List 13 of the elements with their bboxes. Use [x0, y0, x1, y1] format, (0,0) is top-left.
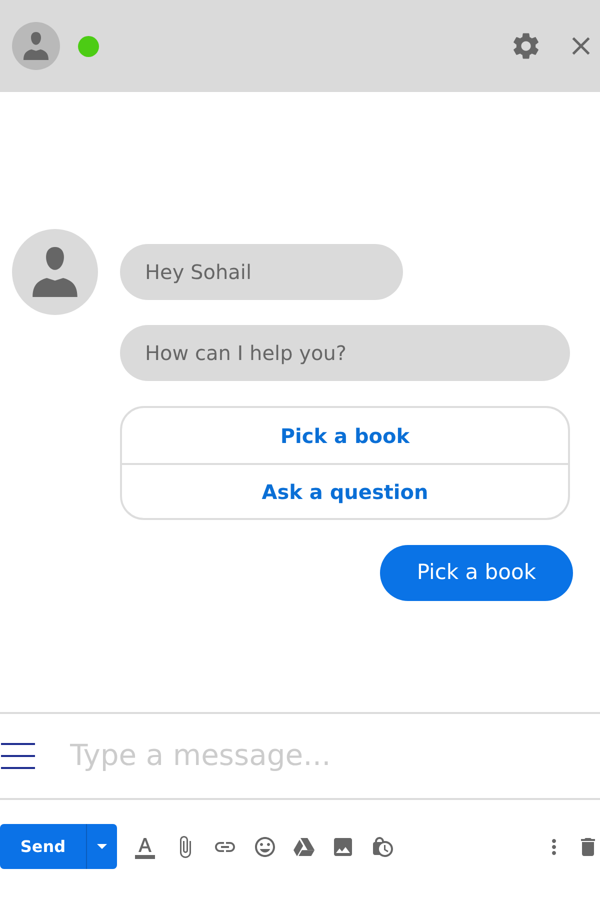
- user-message-bubble: Pick a book: [380, 545, 573, 601]
- send-options-button[interactable]: [86, 824, 117, 869]
- lock-clock-icon[interactable]: [371, 834, 395, 858]
- smiley-icon[interactable]: [253, 834, 277, 858]
- caret-icon: [97, 844, 107, 849]
- triangle-icon[interactable]: [293, 836, 315, 856]
- avatar-icon: [12, 22, 60, 70]
- bot-message-bubble: Hey Sohail: [120, 244, 403, 300]
- quick-reply-button[interactable]: Pick a book: [122, 408, 568, 463]
- quick-reply-button[interactable]: Ask a question: [122, 463, 568, 518]
- send-button[interactable]: Send: [0, 824, 86, 869]
- bot-message-bubble: How can I help you?: [120, 325, 570, 381]
- menu-icon[interactable]: [1, 743, 35, 769]
